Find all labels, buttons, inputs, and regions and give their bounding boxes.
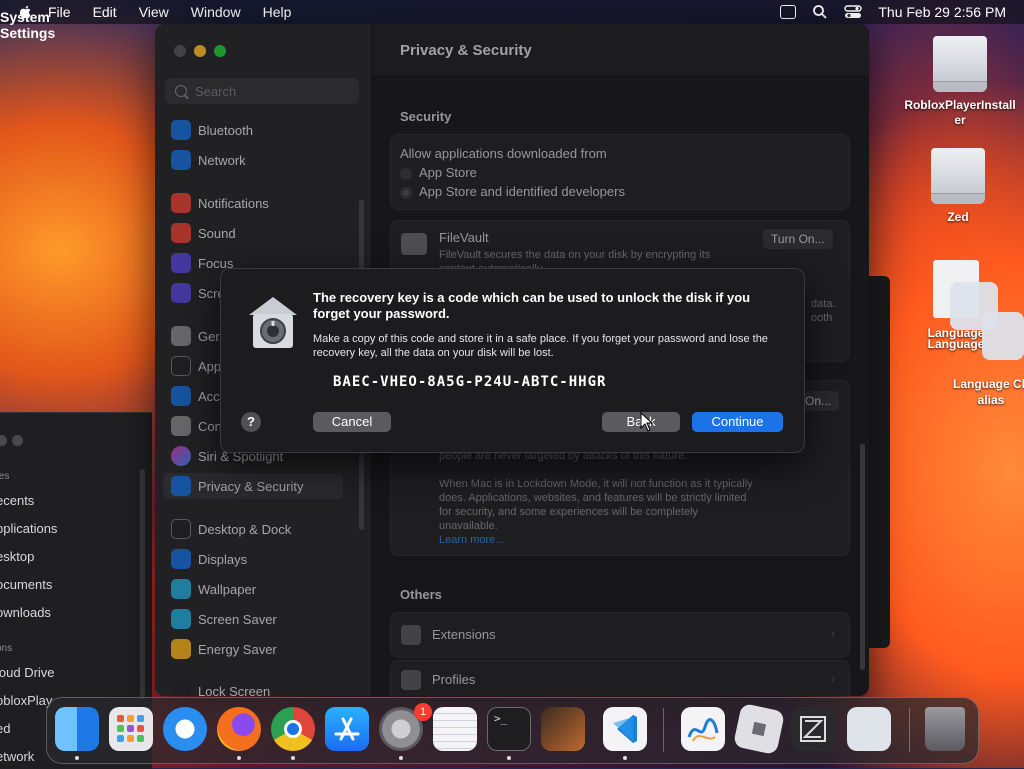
vscode-app-icon[interactable]	[603, 707, 647, 751]
finder-sidebar-item[interactable]: etwork	[0, 749, 34, 764]
menu-edit[interactable]: Edit	[93, 4, 117, 20]
dock-divider	[663, 708, 664, 752]
textedit-app-icon[interactable]	[433, 707, 477, 751]
launchpad-app-icon[interactable]	[109, 707, 153, 751]
dialog-message: Make a copy of this code and store it in…	[313, 333, 768, 359]
app-store-app-icon[interactable]	[325, 707, 369, 751]
running-indicator	[237, 756, 241, 760]
finder-app-icon[interactable]	[55, 707, 99, 751]
desktop-icon-roblox-installer[interactable]: RobloxPlayerInstaller	[900, 36, 1020, 128]
cancel-button[interactable]: Cancel	[313, 412, 391, 432]
desktop-icon-label: Language Ch alias	[952, 377, 1024, 407]
background-window-edge	[868, 276, 890, 648]
firefox-app-icon[interactable]	[217, 707, 261, 751]
disk-image-icon	[933, 36, 987, 92]
desktop-icon-label: Zed	[947, 210, 969, 224]
finder-sidebar-item[interactable]: loud Drive	[0, 665, 55, 680]
menu-bar: System Settings File Edit View Window He…	[0, 0, 1024, 41]
mouse-pointer-icon	[640, 412, 654, 432]
finder-traffic-light[interactable]	[12, 435, 23, 446]
desktop-icon-label: RobloxPlayerInstaller	[904, 98, 1016, 127]
running-indicator	[75, 756, 79, 760]
dock: 1 >_	[46, 697, 979, 764]
finder-sidebar-item[interactable]: pplications	[0, 521, 57, 536]
finder-sidebar-item[interactable]: ocuments	[0, 577, 52, 592]
menu-window[interactable]: Window	[191, 4, 241, 20]
chrome-app-icon[interactable]	[271, 707, 315, 751]
spotlight-search-icon[interactable]	[812, 4, 828, 20]
continue-button[interactable]: Continue	[692, 412, 783, 432]
finder-sidebar-item[interactable]: ecents	[0, 493, 34, 508]
menu-clock[interactable]: Thu Feb 29 2:56 PM	[878, 4, 1006, 20]
app-icon-ghost	[982, 312, 1024, 360]
recovery-key-dialog: The recovery key is a code which can be …	[220, 268, 805, 453]
finder-sidebar-item[interactable]: esktop	[0, 549, 34, 564]
screen-mirroring-icon[interactable]	[780, 5, 797, 19]
finder-sidebar-item[interactable]: ed	[0, 721, 10, 736]
recovery-key-text[interactable]: BAEC-VHEO-8A5G-P24U-ABTC-HHGR	[333, 374, 606, 390]
garageband-guitar-icon[interactable]	[541, 707, 585, 751]
filevault-lock-icon	[243, 293, 303, 349]
menu-view[interactable]: View	[139, 4, 169, 20]
preview-app-icon[interactable]	[847, 707, 891, 751]
finder-sidebar-item[interactable]: obloxPlay	[0, 693, 52, 708]
control-center-icon[interactable]	[844, 5, 863, 19]
menu-app-name[interactable]: System Settings	[0, 9, 55, 53]
dock-divider	[909, 708, 910, 752]
dialog-title: The recovery key is a code which can be …	[313, 290, 751, 321]
trash-icon[interactable]	[925, 707, 965, 751]
finder-section-header: tes	[0, 471, 10, 482]
menu-file[interactable]: File	[48, 4, 71, 20]
desktop-icon-language-alias[interactable]: Language Ch alias	[946, 376, 1024, 408]
running-indicator	[399, 756, 403, 760]
desktop-icon-zed[interactable]: Zed	[900, 148, 1016, 224]
zed-app-icon[interactable]	[791, 707, 835, 751]
finder-scrollbar[interactable]	[140, 469, 145, 699]
finder-traffic-light[interactable]	[0, 435, 7, 446]
running-indicator	[507, 756, 511, 760]
notification-badge: 1	[414, 703, 432, 721]
safari-app-icon[interactable]	[163, 707, 207, 751]
terminal-app-icon[interactable]: >_	[487, 707, 531, 751]
help-button[interactable]: ?	[241, 412, 261, 432]
menu-help[interactable]: Help	[263, 4, 292, 20]
disk-image-icon	[931, 148, 985, 204]
freeform-app-icon[interactable]	[681, 707, 725, 751]
finder-sidebar-item[interactable]: ownloads	[0, 605, 51, 620]
finder-section-header: ons	[0, 643, 13, 654]
roblox-app-icon[interactable]	[732, 702, 786, 756]
running-indicator	[291, 756, 295, 760]
running-indicator	[623, 756, 627, 760]
